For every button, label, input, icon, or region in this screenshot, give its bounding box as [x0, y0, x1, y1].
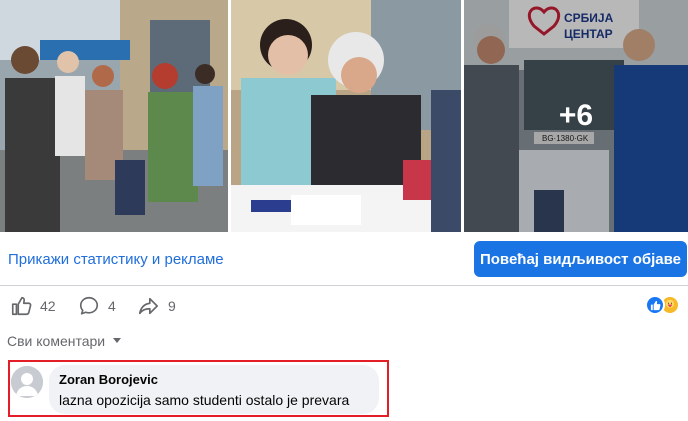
boost-post-button[interactable]: Повећај видљивост објаве	[474, 241, 687, 277]
comment-text: lazna opozicija samo studenti ostalo je …	[59, 392, 350, 408]
highlighted-comment: Zoran Borojevic lazna opozicija samo stu…	[8, 360, 389, 417]
like-count-group[interactable]: 42	[10, 295, 56, 317]
share-arrow-icon	[136, 295, 160, 317]
more-photos-overlay[interactable]: +6	[464, 0, 688, 232]
comment-count-group[interactable]: 4	[78, 295, 116, 317]
reaction-icons[interactable]	[645, 295, 680, 315]
comment-bubble-icon	[78, 295, 100, 317]
view-insights-link[interactable]: Прикажи статистику и рекламе	[8, 251, 224, 268]
post-photo-1[interactable]	[0, 0, 228, 232]
post-photo-3[interactable]: СРБИЈА ЦЕНТАР BG·1380·GK +6	[464, 0, 688, 232]
share-count: 9	[168, 298, 176, 314]
comment-count: 4	[108, 298, 116, 314]
post-actions-row: Прикажи статистику и рекламе Повећај вид…	[0, 232, 688, 286]
comments-filter-label: Сви коментари	[7, 333, 106, 349]
share-count-group[interactable]: 9	[136, 295, 176, 317]
comment-bubble: Zoran Borojevic lazna opozicija samo stu…	[49, 365, 379, 414]
caret-down-icon	[111, 333, 123, 349]
avatar[interactable]	[11, 366, 43, 398]
post-photo-grid: СРБИЈА ЦЕНТАР BG·1380·GK +6	[0, 0, 688, 232]
like-count: 42	[40, 298, 56, 314]
thumbs-up-icon	[10, 295, 32, 317]
post-photo-2[interactable]	[231, 0, 461, 232]
like-reaction-icon	[645, 295, 665, 315]
engagement-bar: 42 4 9	[0, 287, 688, 325]
comment-author[interactable]: Zoran Borojevic	[59, 372, 369, 388]
more-photos-count: +6	[558, 99, 594, 132]
comments-filter-dropdown[interactable]: Сви коментари	[7, 333, 123, 349]
